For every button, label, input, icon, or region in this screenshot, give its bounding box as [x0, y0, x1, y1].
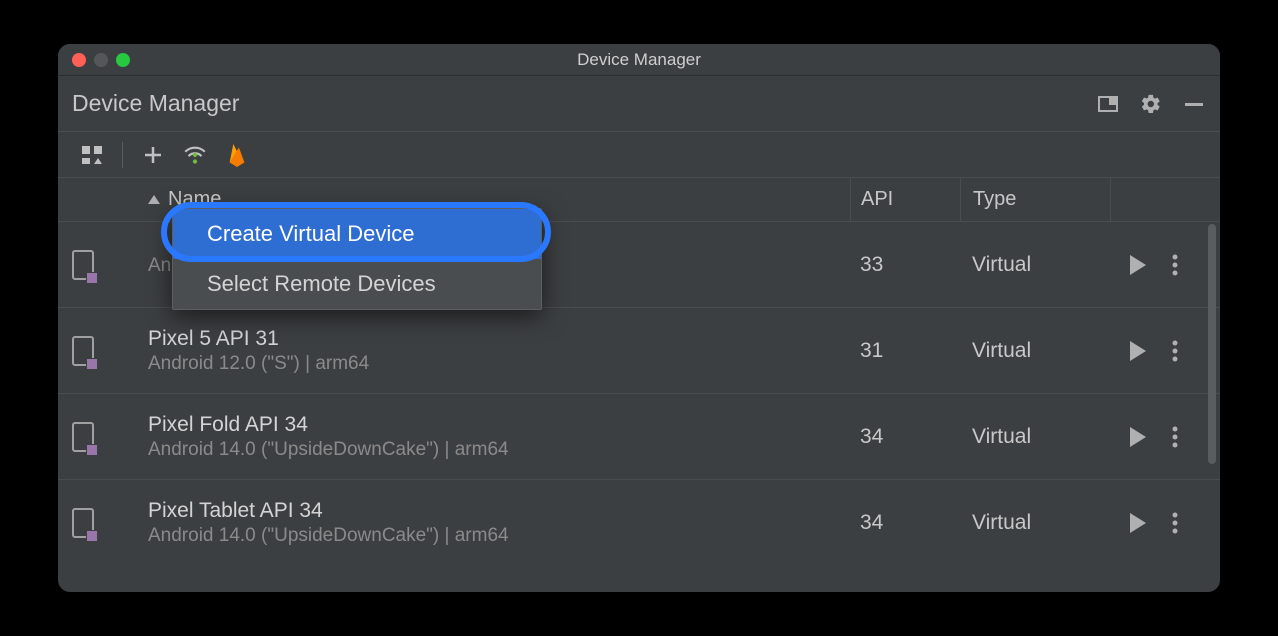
col-api-header[interactable]: API	[850, 178, 960, 221]
device-type: Virtual	[960, 222, 1110, 307]
device-name: Pixel 5 API 31	[148, 327, 279, 351]
col-type-header[interactable]: Type	[960, 178, 1110, 221]
device-row[interactable]: Pixel Tablet API 34 Android 14.0 ("Upsid…	[58, 480, 1220, 566]
device-name: Pixel Tablet API 34	[148, 499, 323, 523]
col-actions-header	[1110, 178, 1220, 221]
menu-select-remote-devices[interactable]: Select Remote Devices	[173, 259, 541, 309]
add-device-dropdown: Create Virtual Device Select Remote Devi…	[172, 208, 542, 310]
phone-icon	[72, 250, 94, 280]
menu-item-label: Select Remote Devices	[207, 271, 436, 297]
play-icon[interactable]	[1128, 426, 1148, 448]
device-subtitle: Android 14.0 ("UpsideDownCake") | arm64	[148, 525, 509, 547]
device-api: 34	[850, 480, 960, 566]
firebase-icon[interactable]	[217, 137, 257, 173]
more-icon[interactable]	[1172, 512, 1178, 534]
minimize-window-button[interactable]	[94, 53, 108, 67]
phone-icon	[72, 422, 94, 452]
menu-item-label: Create Virtual Device	[207, 221, 414, 247]
window-mode-icon[interactable]	[1098, 94, 1118, 114]
panel-header-actions	[1098, 93, 1204, 115]
device-name: Pixel Fold API 34	[148, 413, 308, 437]
device-row[interactable]: Pixel Fold API 34 Android 14.0 ("UpsideD…	[58, 394, 1220, 480]
zoom-window-button[interactable]	[116, 53, 130, 67]
add-device-button[interactable]	[133, 137, 173, 173]
device-subtitle: Android 14.0 ("UpsideDownCake") | arm64	[148, 439, 509, 461]
device-type: Virtual	[960, 308, 1110, 393]
device-api: 34	[850, 394, 960, 479]
device-type: Virtual	[960, 394, 1110, 479]
more-icon[interactable]	[1172, 254, 1178, 276]
window-controls	[58, 53, 130, 67]
minimize-panel-icon[interactable]	[1184, 94, 1204, 114]
play-icon[interactable]	[1128, 340, 1148, 362]
toolbar-separator	[122, 142, 123, 168]
phone-icon	[72, 508, 94, 538]
device-type: Virtual	[960, 480, 1110, 566]
phone-icon	[72, 336, 94, 366]
play-icon[interactable]	[1128, 512, 1148, 534]
gear-icon[interactable]	[1140, 93, 1162, 115]
panel-title: Device Manager	[72, 90, 1098, 117]
toolbar	[58, 132, 1220, 178]
device-subtitle: Android 12.0 ("S") | arm64	[148, 353, 369, 375]
menu-create-virtual-device[interactable]: Create Virtual Device	[173, 209, 541, 259]
device-api: 33	[850, 222, 960, 307]
play-icon[interactable]	[1128, 254, 1148, 276]
device-api: 31	[850, 308, 960, 393]
wifi-pair-icon[interactable]	[175, 137, 215, 173]
close-window-button[interactable]	[72, 53, 86, 67]
device-row[interactable]: Pixel 5 API 31 Android 12.0 ("S") | arm6…	[58, 308, 1220, 394]
device-manager-window: Device Manager Device Manager	[58, 44, 1220, 592]
device-category-icon[interactable]	[72, 137, 112, 173]
window-title: Device Manager	[58, 50, 1220, 70]
sort-ascending-icon	[148, 195, 160, 204]
panel-header: Device Manager	[58, 76, 1220, 132]
titlebar: Device Manager	[58, 44, 1220, 76]
more-icon[interactable]	[1172, 426, 1178, 448]
scrollbar[interactable]	[1208, 224, 1216, 464]
more-icon[interactable]	[1172, 340, 1178, 362]
